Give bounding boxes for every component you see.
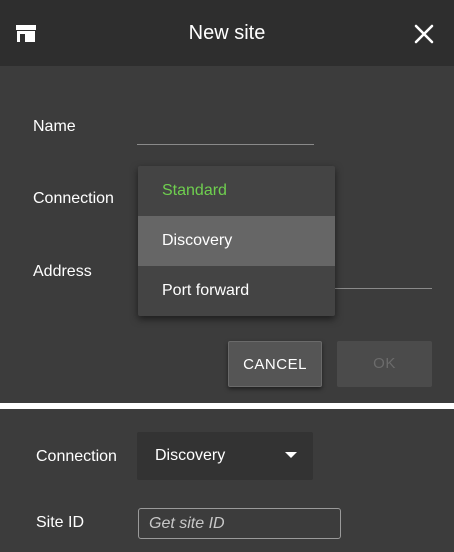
option-discovery[interactable]: Discovery — [138, 216, 335, 266]
ok-button[interactable]: OK — [337, 341, 432, 387]
connection-select-value: Discovery — [155, 447, 226, 464]
connection-select[interactable]: Discovery — [137, 432, 313, 480]
connection-label: Connection — [33, 190, 114, 207]
site-id-input[interactable] — [138, 508, 341, 539]
name-label: Name — [33, 118, 76, 135]
site-id-label: Site ID — [36, 514, 85, 531]
option-standard[interactable]: Standard — [138, 166, 335, 216]
connection-dropdown-menu: Standard Discovery Port forward — [138, 166, 335, 316]
address-label: Address — [33, 263, 92, 280]
address-field[interactable] — [335, 288, 432, 289]
name-field[interactable] — [137, 144, 314, 145]
option-port-forward[interactable]: Port forward — [138, 266, 335, 316]
close-icon[interactable] — [412, 22, 436, 46]
dialog-title: New site — [188, 22, 266, 44]
cancel-button[interactable]: CANCEL — [228, 341, 322, 387]
new-site-dialog: New site Name Connection Address Standar… — [0, 0, 454, 403]
dialog-titlebar: New site — [0, 0, 454, 66]
caret-down-icon — [285, 452, 297, 458]
connection-label-detail: Connection — [36, 448, 117, 465]
